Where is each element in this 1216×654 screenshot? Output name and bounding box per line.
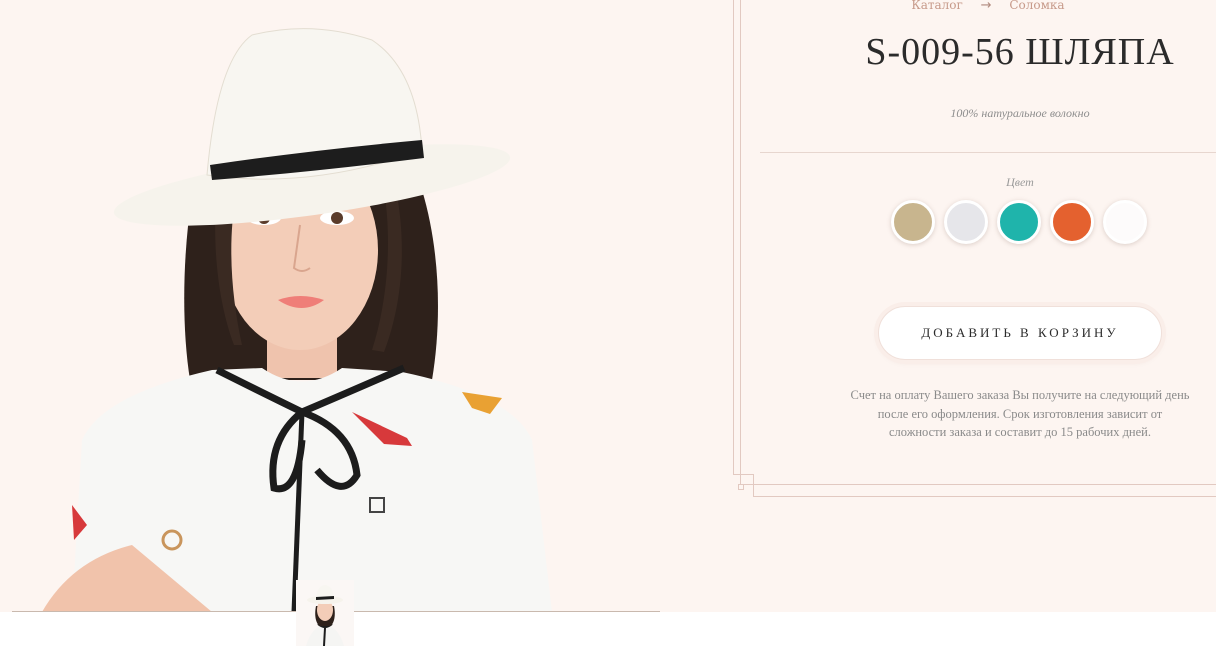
product-material: 100% натуральное волокно <box>950 106 1090 120</box>
breadcrumb-category-link[interactable]: Соломка <box>1009 0 1064 12</box>
frame-line <box>733 474 753 475</box>
frame-line <box>753 474 754 497</box>
section-divider <box>760 152 1216 153</box>
payment-note: Счет на оплату Вашего заказа Вы получите… <box>850 388 1190 439</box>
product-photo <box>12 0 660 612</box>
frame-line <box>753 496 1216 497</box>
breadcrumb: Каталог → Соломка <box>760 0 1216 13</box>
bottom-strip <box>0 612 1216 654</box>
color-swatch-orange[interactable] <box>1050 200 1094 244</box>
color-swatch-turquoise[interactable] <box>997 200 1041 244</box>
add-to-cart-button[interactable]: ДОБАВИТЬ В КОРЗИНУ <box>878 306 1162 360</box>
breadcrumb-catalog-link[interactable]: Каталог <box>911 0 962 12</box>
color-swatch-light-grey[interactable] <box>944 200 988 244</box>
product-title: S-009-56 ШЛЯПА <box>865 31 1175 73</box>
thumbnail-illustration <box>296 580 354 647</box>
model-illustration <box>42 28 552 612</box>
frame-line <box>733 0 734 474</box>
thumbnail-image[interactable] <box>296 580 354 647</box>
color-swatch-white[interactable] <box>1103 200 1147 244</box>
color-swatch-beige[interactable] <box>891 200 935 244</box>
frame-line <box>740 484 1216 485</box>
frame-line <box>740 0 741 484</box>
arrow-right-icon: → <box>980 0 992 13</box>
color-label: Цвет <box>1006 175 1034 189</box>
frame-corner <box>738 484 744 490</box>
